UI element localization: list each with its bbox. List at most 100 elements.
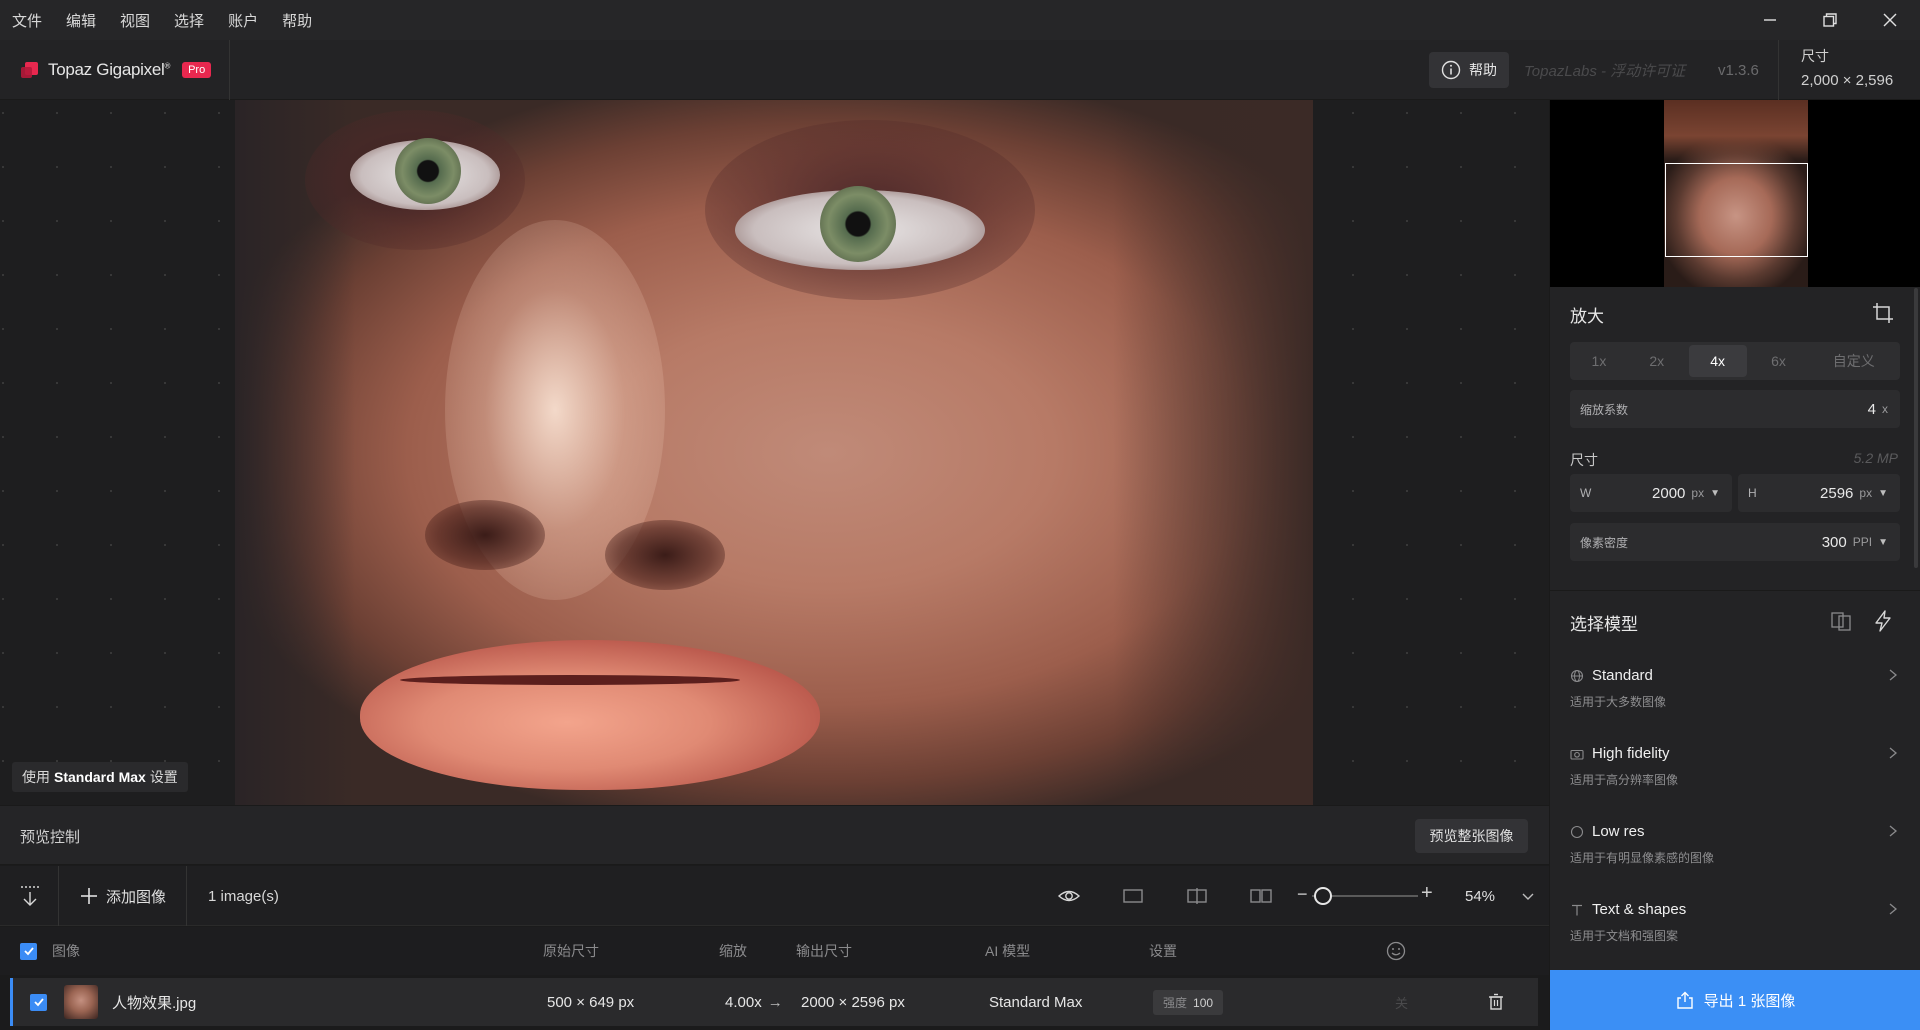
import-button[interactable] <box>18 884 42 911</box>
table-row[interactable]: 人物效果.jpg 500 × 649 px 4.00x → 2000 × 259… <box>10 978 1538 1026</box>
preview-canvas[interactable] <box>0 100 1549 805</box>
zoom-value: 54% <box>1465 887 1496 905</box>
height-field[interactable]: H 2596 px ▼ <box>1738 474 1900 512</box>
compare-models-button[interactable] <box>1830 610 1852 635</box>
width-unit: px <box>1691 486 1705 500</box>
col-ai-model: AI 模型 <box>985 943 1031 959</box>
menu-view[interactable]: 视图 <box>108 10 162 31</box>
model-description: 适用于大多数图像 <box>1570 695 1667 709</box>
delete-row-button[interactable] <box>1486 978 1506 1026</box>
crop-icon <box>1873 303 1893 323</box>
scale-option-1x[interactable]: 1x <box>1570 342 1628 380</box>
navigator-viewport-frame[interactable] <box>1665 163 1808 257</box>
image-toolbar: 添加图像 1 image(s) − + 54% <box>0 866 1549 926</box>
toggle-preview-button[interactable] <box>1057 884 1081 911</box>
image-size-info: 尺寸 2,000 × 2,596 <box>1778 40 1920 100</box>
minimize-button[interactable] <box>1740 0 1800 40</box>
license-text: TopazLabs - 浮动许可证 <box>1524 62 1686 80</box>
right-iris <box>820 186 896 262</box>
row-scale-value: 4.00x <box>725 993 762 1011</box>
restore-icon <box>1823 13 1837 27</box>
chevron-down-icon <box>1522 893 1534 900</box>
model-low-res[interactable]: Low res 适用于有明显像素感的图像 <box>1570 823 1900 883</box>
lips <box>360 640 820 790</box>
pixel-density-input[interactable]: 300 PPI ▼ <box>1822 523 1888 561</box>
image-count: 1 image(s) <box>208 887 279 905</box>
col-scale: 缩放 <box>719 943 747 959</box>
arrow-right-icon: → <box>767 993 783 1011</box>
model-text-shapes[interactable]: Text & shapes 适用于文档和强图案 <box>1570 901 1900 961</box>
navigator-thumbnail[interactable] <box>1550 100 1920 287</box>
zoom-in-button[interactable]: + <box>1421 882 1433 905</box>
menu-select[interactable]: 选择 <box>162 10 216 31</box>
zoom-out-button[interactable]: − <box>1297 884 1308 905</box>
close-icon <box>1883 13 1897 27</box>
zoom-slider-handle[interactable] <box>1313 887 1332 905</box>
text-icon <box>1572 904 1582 916</box>
menu-file[interactable]: 文件 <box>0 10 54 31</box>
scale-factor-field[interactable]: 缩放系数 4x <box>1570 390 1900 428</box>
panel-divider <box>1550 590 1920 591</box>
brand-divider <box>229 40 230 100</box>
export-button[interactable]: 导出 1 张图像 <box>1550 970 1920 1030</box>
width-label: W <box>1580 486 1592 500</box>
restore-button[interactable] <box>1800 0 1860 40</box>
pixel-density-value: 300 <box>1821 533 1847 551</box>
nostril-right <box>605 520 725 590</box>
title-bar: Topaz Gigapixel® Pro 帮助 TopazLabs - 浮动许可… <box>0 40 1920 100</box>
row-thumbnail <box>64 978 98 1026</box>
close-button[interactable] <box>1860 0 1920 40</box>
window-controls <box>1740 0 1920 40</box>
crop-button[interactable] <box>1872 302 1894 327</box>
menu-edit[interactable]: 编辑 <box>54 10 108 31</box>
single-view-icon <box>1123 889 1143 903</box>
model-description: 适用于有明显像素感的图像 <box>1570 851 1715 865</box>
width-input[interactable]: 2000 px ▼ <box>1652 474 1720 512</box>
height-unit: px <box>1859 486 1873 500</box>
scale-factor-input[interactable]: 4x <box>1868 390 1888 428</box>
select-all-checkbox[interactable] <box>20 927 37 975</box>
side-by-side-icon <box>1250 889 1272 903</box>
width-field[interactable]: W 2000 px ▼ <box>1570 474 1732 512</box>
compare-icon <box>1831 612 1851 631</box>
auto-model-button[interactable] <box>1872 610 1894 635</box>
row-checkbox[interactable] <box>30 978 47 1026</box>
side-by-side-view-button[interactable] <box>1249 884 1273 911</box>
model-high-fidelity[interactable]: High fidelity 适用于高分辨率图像 <box>1570 745 1900 805</box>
scale-option-2x[interactable]: 2x <box>1628 342 1686 380</box>
model-standard[interactable]: Standard 适用于大多数图像 <box>1570 667 1900 727</box>
col-settings: 设置 <box>1149 943 1177 959</box>
menu-account[interactable]: 账户 <box>216 10 270 31</box>
scale-option-custom[interactable]: 自定义 <box>1807 342 1900 380</box>
version-text: v1.3.6 <box>1718 61 1759 79</box>
caret-down-icon: ▼ <box>1878 487 1888 499</box>
row-output-size: 2000 × 2596 px <box>801 993 905 1011</box>
help-button[interactable]: 帮助 <box>1429 52 1509 88</box>
chevron-right-icon <box>1889 903 1898 915</box>
menu-help[interactable]: 帮助 <box>270 10 324 31</box>
thumbnail-image <box>64 985 98 1019</box>
table-header: 图像 原始尺寸 缩放 输出尺寸 AI 模型 设置 <box>0 927 1549 975</box>
add-image-label: 添加图像 <box>106 888 167 906</box>
row-strength: 强度 100 <box>1153 978 1224 1026</box>
scale-option-4x[interactable]: 4x <box>1688 345 1747 377</box>
caret-down-icon: ▼ <box>1710 487 1720 499</box>
model-name: Standard <box>1592 667 1653 684</box>
single-view-button[interactable] <box>1121 884 1145 911</box>
row-ai-model: Standard Max <box>989 993 1083 1011</box>
scale-factor-label: 缩放系数 <box>1580 402 1629 417</box>
zoom-dropdown[interactable] <box>1520 888 1536 907</box>
nostril-left <box>425 500 545 570</box>
scale-option-6x[interactable]: 6x <box>1750 342 1808 380</box>
pixel-density-field[interactable]: 像素密度 300 PPI ▼ <box>1570 523 1900 561</box>
add-image-button[interactable]: 添加图像 <box>80 866 166 926</box>
upscale-title: 放大 <box>1570 307 1604 326</box>
image-shadow-right <box>1113 100 1313 805</box>
split-view-button[interactable] <box>1185 884 1209 911</box>
preview-full-image-button[interactable]: 预览整张图像 <box>1415 819 1528 853</box>
lip-line <box>400 675 740 685</box>
left-iris <box>395 138 461 204</box>
height-input[interactable]: 2596 px ▼ <box>1820 474 1888 512</box>
panel-scrollbar[interactable] <box>1914 288 1918 568</box>
export-icon <box>1676 991 1693 1009</box>
